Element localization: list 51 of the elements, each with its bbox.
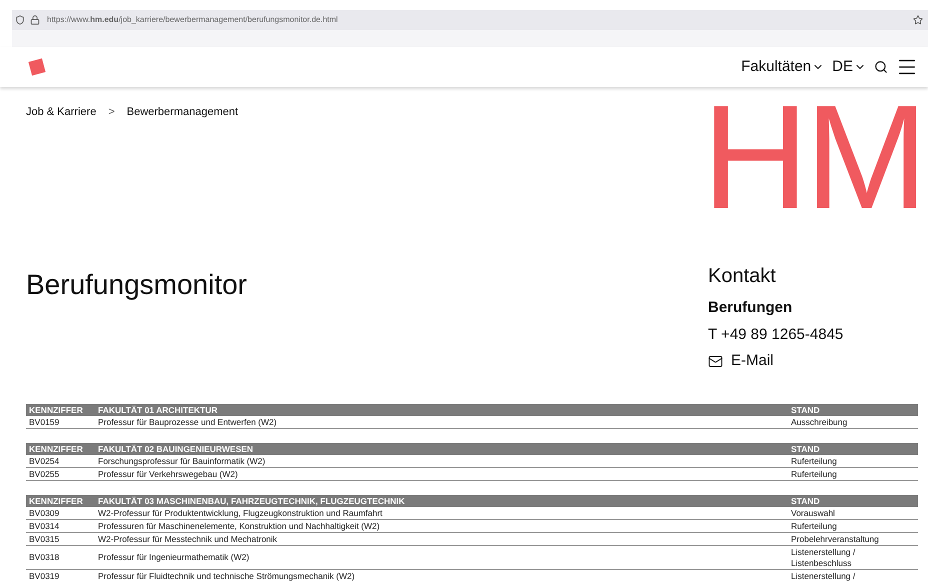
table-cell: BV0315 bbox=[26, 532, 95, 546]
table-cell: Forschungsprofessur für Bauinformatik (W2) bbox=[95, 455, 788, 468]
table-cell: Vorauswahl bbox=[788, 507, 918, 520]
table-cell: Ruferteilung bbox=[788, 520, 918, 532]
table-cell: BV0319 bbox=[26, 570, 95, 581]
nav-menu[interactable]: Fakultäten bbox=[741, 56, 824, 78]
hm-logo-text: HM bbox=[702, 99, 926, 217]
table-cell: Ruferteilung bbox=[788, 455, 918, 468]
email-link[interactable]: E-Mail bbox=[708, 350, 928, 372]
breadcrumb-link[interactable]: Job & Karriere bbox=[26, 104, 96, 120]
contact-name: Berufungen bbox=[708, 298, 794, 318]
table-cell: Professuren für Maschinenelemente, Konstruktion und Nachhaltigkeit (W2) bbox=[95, 520, 788, 532]
lock-icon bbox=[30, 15, 40, 25]
table-cell: Ruferteilung bbox=[788, 468, 918, 480]
column-header: STAND bbox=[788, 443, 918, 455]
breadcrumb-link[interactable]: Bewerbermanagement bbox=[126, 104, 238, 120]
table-cell: Listenerstellung / bbox=[788, 570, 918, 581]
shield-icon bbox=[15, 15, 25, 25]
column-header: KENNZIFFER bbox=[26, 495, 95, 507]
table-cell: Professur für Verkehrswegebau (W2) bbox=[95, 468, 788, 480]
table-cell: BV0309 bbox=[26, 507, 95, 520]
table-cell: W2-Professur für Produktentwicklung, Flugzeugkonstruktion und Raumfahrt bbox=[95, 507, 788, 520]
mail-icon bbox=[708, 354, 723, 369]
address-bar[interactable]: https://www.hm.edu/job_karriere/bewerbermanagement/berufungsmonitor.de.html bbox=[12, 10, 928, 30]
nav-menu[interactable]: DE bbox=[832, 56, 866, 78]
table-cell: Probelehrveranstaltung bbox=[788, 532, 918, 546]
bookmark-star-icon[interactable] bbox=[913, 15, 923, 25]
table-cell: W2-Professur für Messtechnik und Mechatronik bbox=[95, 532, 788, 546]
column-header: FAKULTÄT 01 ARCHITEKTUR bbox=[95, 404, 788, 416]
contact-heading: Kontakt bbox=[708, 264, 777, 289]
column-header: FAKULTÄT 03 MASCHINENBAU, FAHRZEUGTECHNIK, FLUGZEUGTECHNIK bbox=[95, 495, 788, 507]
table-cell: BV0255 bbox=[26, 468, 95, 480]
breadcrumb-separator: > bbox=[108, 105, 115, 120]
phone-number: T +49 89 1265-4845 bbox=[708, 324, 844, 344]
column-header: STAND bbox=[788, 404, 918, 416]
column-header: STAND bbox=[788, 495, 918, 507]
table-cell: BV0318 bbox=[26, 546, 95, 570]
table-cell: Listenerstellung / Listenbeschluss bbox=[788, 546, 918, 570]
table-cell: Professur für Ingenieurmathematik (W2) bbox=[95, 546, 788, 570]
column-header: FAKULTÄT 02 BAUINGENIEURWESEN bbox=[95, 443, 788, 455]
url-text: https://www.hm.edu/job_karriere/bewerbermanagement/berufungsmonitor.de.html bbox=[47, 14, 338, 26]
column-header: KENNZIFFER bbox=[26, 404, 95, 416]
table-cell: BV0159 bbox=[26, 416, 95, 428]
page-title: Berufungsmonitor bbox=[26, 268, 248, 302]
table-cell: Professur für Fluidtechnik und technische Strömungsmechanik (W2) bbox=[95, 570, 788, 581]
table-cell: Ausschreibung bbox=[788, 416, 918, 428]
table-cell: BV0254 bbox=[26, 455, 95, 468]
search-icon[interactable] bbox=[874, 60, 888, 74]
table-cell: BV0314 bbox=[26, 520, 95, 532]
column-header: KENNZIFFER bbox=[26, 443, 95, 455]
table-cell: Professur für Bauprozesse und Entwerfen (W2) bbox=[95, 416, 788, 428]
